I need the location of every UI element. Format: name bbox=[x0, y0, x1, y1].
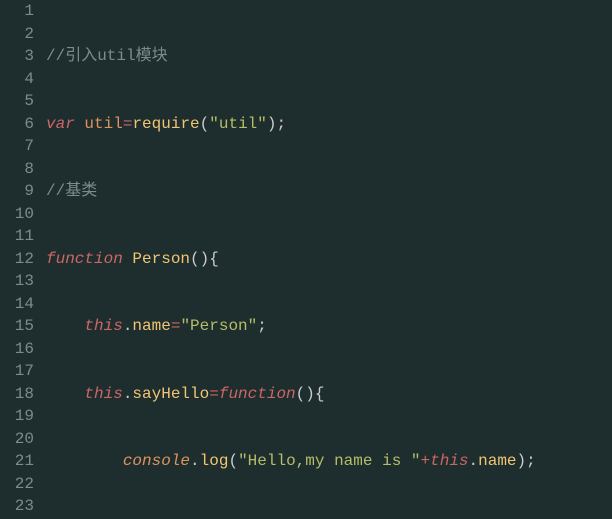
line-number: 11 bbox=[6, 225, 34, 248]
line-number: 14 bbox=[6, 293, 34, 316]
line-number: 5 bbox=[6, 90, 34, 113]
line-number: 4 bbox=[6, 68, 34, 91]
line-number: 17 bbox=[6, 360, 34, 383]
keyword-token: function bbox=[219, 385, 296, 403]
operator-token: = bbox=[123, 115, 133, 133]
operator-token: = bbox=[209, 385, 219, 403]
function-name-token: Person bbox=[132, 250, 190, 268]
string-token: "Hello,my name is " bbox=[238, 452, 420, 470]
punct-token: . bbox=[190, 452, 200, 470]
code-line[interactable]: //基类 bbox=[46, 180, 612, 203]
line-number: 10 bbox=[6, 203, 34, 226]
identifier-token: util bbox=[84, 115, 122, 133]
line-number: 20 bbox=[6, 428, 34, 451]
punct-token: ; bbox=[257, 317, 267, 335]
console-token: console bbox=[123, 452, 190, 470]
method-token: log bbox=[200, 452, 229, 470]
line-number: 23 bbox=[6, 495, 34, 518]
code-line[interactable]: //引入util模块 bbox=[46, 45, 612, 68]
operator-token: = bbox=[171, 317, 181, 335]
code-line[interactable]: function Person(){ bbox=[46, 248, 612, 271]
line-number: 13 bbox=[6, 270, 34, 293]
property-token: name bbox=[478, 452, 516, 470]
punct-token: (){ bbox=[190, 250, 219, 268]
line-number: 3 bbox=[6, 45, 34, 68]
code-line[interactable]: this.name="Person"; bbox=[46, 315, 612, 338]
property-token: sayHello bbox=[132, 385, 209, 403]
punct-token: ) bbox=[517, 452, 527, 470]
line-number: 22 bbox=[6, 473, 34, 496]
line-number: 18 bbox=[6, 383, 34, 406]
code-line[interactable]: this.sayHello=function(){ bbox=[46, 383, 612, 406]
line-number: 16 bbox=[6, 338, 34, 361]
this-token: this bbox=[430, 452, 468, 470]
string-token: "Person" bbox=[180, 317, 257, 335]
line-number: 1 bbox=[6, 0, 34, 23]
function-token: require bbox=[132, 115, 199, 133]
string-token: "util" bbox=[209, 115, 267, 133]
code-line[interactable]: var util=require("util"); bbox=[46, 113, 612, 136]
punct-token: . bbox=[123, 317, 133, 335]
line-number: 6 bbox=[6, 113, 34, 136]
punct-token: . bbox=[469, 452, 479, 470]
keyword-token: function bbox=[46, 250, 123, 268]
line-number-gutter: 1234567891011121314151617181920212223 bbox=[0, 0, 46, 519]
line-number: 12 bbox=[6, 248, 34, 271]
code-editor[interactable]: 1234567891011121314151617181920212223 //… bbox=[0, 0, 612, 519]
operator-token: + bbox=[421, 452, 431, 470]
line-number: 8 bbox=[6, 158, 34, 181]
line-number: 7 bbox=[6, 135, 34, 158]
code-area[interactable]: //引入util模块 var util=require("util"); //基… bbox=[46, 0, 612, 519]
line-number: 9 bbox=[6, 180, 34, 203]
punct-token: ; bbox=[526, 452, 536, 470]
this-token: this bbox=[84, 385, 122, 403]
punct-token: ; bbox=[276, 115, 286, 133]
this-token: this bbox=[84, 317, 122, 335]
punct-token: ( bbox=[200, 115, 210, 133]
line-number: 2 bbox=[6, 23, 34, 46]
property-token: name bbox=[132, 317, 170, 335]
code-line[interactable]: console.log("Hello,my name is "+this.nam… bbox=[46, 450, 612, 473]
line-number: 15 bbox=[6, 315, 34, 338]
comment-token: //引入util模块 bbox=[46, 47, 168, 65]
punct-token: ( bbox=[228, 452, 238, 470]
punct-token: (){ bbox=[296, 385, 325, 403]
comment-token: //基类 bbox=[46, 182, 97, 200]
line-number: 21 bbox=[6, 450, 34, 473]
line-number: 19 bbox=[6, 405, 34, 428]
keyword-token: var bbox=[46, 115, 75, 133]
punct-token: . bbox=[123, 385, 133, 403]
